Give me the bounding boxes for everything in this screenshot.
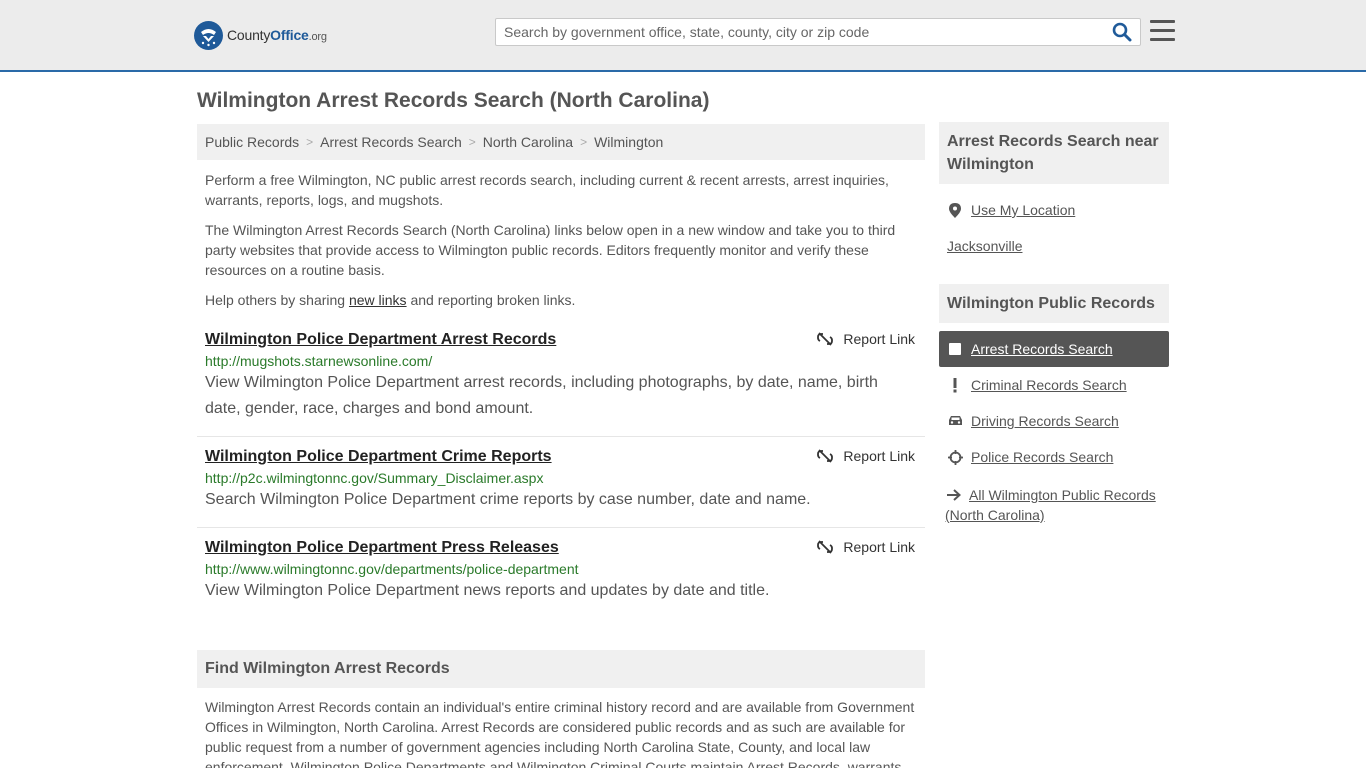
breadcrumb-north-carolina[interactable]: North Carolina [483, 134, 573, 150]
search-icon [1112, 22, 1132, 42]
logo-seal-icon [194, 20, 223, 50]
breadcrumb-public-records[interactable]: Public Records [205, 134, 299, 150]
record-url: http://p2c.wilmingtonnc.gov/Summary_Disc… [205, 470, 544, 486]
intro-paragraph-3: Help others by sharing new links and rep… [205, 290, 915, 310]
record-description: View Wilmington Police Department arrest… [205, 374, 878, 417]
logo-org: .org [308, 31, 327, 43]
report-link-button[interactable]: Report Link [817, 331, 915, 347]
sidebar-item-driving-records[interactable]: Driving Records Search [947, 413, 1119, 429]
sidebar-item-label: Arrest Records Search [971, 341, 1113, 357]
sidebar-near-heading: Arrest Records Search near Wilmington [939, 122, 1169, 184]
site-header: CountyOffice.org [0, 0, 1366, 72]
car-icon [947, 413, 963, 429]
record-title-link[interactable]: Wilmington Police Department Press Relea… [205, 539, 559, 557]
use-my-location-label: Use My Location [971, 202, 1076, 218]
record-item: Wilmington Police Department Crime Repor… [197, 448, 925, 513]
exclamation-icon [947, 377, 963, 393]
logo[interactable]: CountyOffice.org [194, 20, 327, 50]
breadcrumb-separator-icon: > [468, 135, 476, 149]
record-url: http://mugshots.starnewsonline.com/ [205, 353, 433, 369]
sidebar-item-label: Criminal Records Search [971, 377, 1127, 393]
intro-text-after: and reporting broken links. [406, 292, 576, 308]
search-button[interactable] [1112, 22, 1134, 44]
report-link-label: Report Link [843, 331, 915, 347]
record-url: http://www.wilmingtonnc.gov/departments/… [205, 561, 579, 577]
breadcrumb-separator-icon: > [580, 135, 588, 149]
breadcrumb-arrest-records[interactable]: Arrest Records Search [320, 134, 462, 150]
page-title: Wilmington Arrest Records Search (North … [197, 89, 710, 112]
breadcrumb: Public Records > Arrest Records Search >… [197, 124, 925, 160]
sidebar-item-label: Driving Records Search [971, 413, 1119, 429]
record-description: View Wilmington Police Department news r… [205, 582, 770, 599]
find-records-text: Wilmington Arrest Records contain an ind… [205, 699, 915, 768]
record-divider [197, 436, 925, 437]
sidebar-item-label: Police Records Search [971, 449, 1114, 465]
sidebar-city-jacksonville[interactable]: Jacksonville [947, 238, 1022, 254]
broken-link-icon [817, 449, 834, 463]
intro-text-before: Help others by sharing [205, 292, 349, 308]
record-divider [197, 527, 925, 528]
record-item: Wilmington Police Department Arrest Reco… [197, 331, 925, 422]
breadcrumb-wilmington[interactable]: Wilmington [594, 134, 663, 150]
broken-link-icon [817, 332, 834, 346]
location-pin-icon [947, 202, 963, 218]
checkbox-icon [949, 343, 961, 355]
search-input[interactable] [496, 19, 1096, 45]
sidebar-item-label: All Wilmington Public Records (North Car… [945, 487, 1156, 523]
intro-paragraph-2: The Wilmington Arrest Records Search (No… [205, 222, 896, 278]
record-title-link[interactable]: Wilmington Police Department Crime Repor… [205, 448, 552, 466]
report-link-label: Report Link [843, 448, 915, 464]
new-links-link[interactable]: new links [349, 292, 407, 308]
find-records-heading: Find Wilmington Arrest Records [197, 650, 925, 688]
sidebar-item-all-public-records[interactable]: All Wilmington Public Records (North Car… [945, 485, 1167, 525]
sidebar-item-police-records[interactable]: Police Records Search [947, 449, 1113, 465]
crosshair-icon [947, 449, 963, 465]
record-item: Wilmington Police Department Press Relea… [197, 539, 925, 604]
sidebar-public-records-heading: Wilmington Public Records [939, 284, 1169, 323]
intro-paragraph-1: Perform a free Wilmington, NC public arr… [205, 172, 889, 208]
report-link-button[interactable]: Report Link [817, 448, 915, 464]
logo-text: CountyOffice.org [227, 27, 327, 43]
record-description: Search Wilmington Police Department crim… [205, 491, 811, 508]
sidebar-item-criminal-records[interactable]: Criminal Records Search [947, 377, 1127, 393]
logo-office: Office [270, 27, 309, 43]
hamburger-menu-icon[interactable] [1150, 20, 1175, 42]
report-link-button[interactable]: Report Link [817, 539, 915, 555]
search-box [495, 18, 1141, 46]
use-my-location-link[interactable]: Use My Location [947, 202, 1075, 218]
report-link-label: Report Link [843, 539, 915, 555]
logo-county: County [227, 27, 271, 43]
sidebar-item-arrest-records[interactable]: Arrest Records Search [939, 331, 1169, 367]
breadcrumb-separator-icon: > [306, 135, 314, 149]
record-title-link[interactable]: Wilmington Police Department Arrest Reco… [205, 331, 556, 349]
broken-link-icon [817, 540, 834, 554]
